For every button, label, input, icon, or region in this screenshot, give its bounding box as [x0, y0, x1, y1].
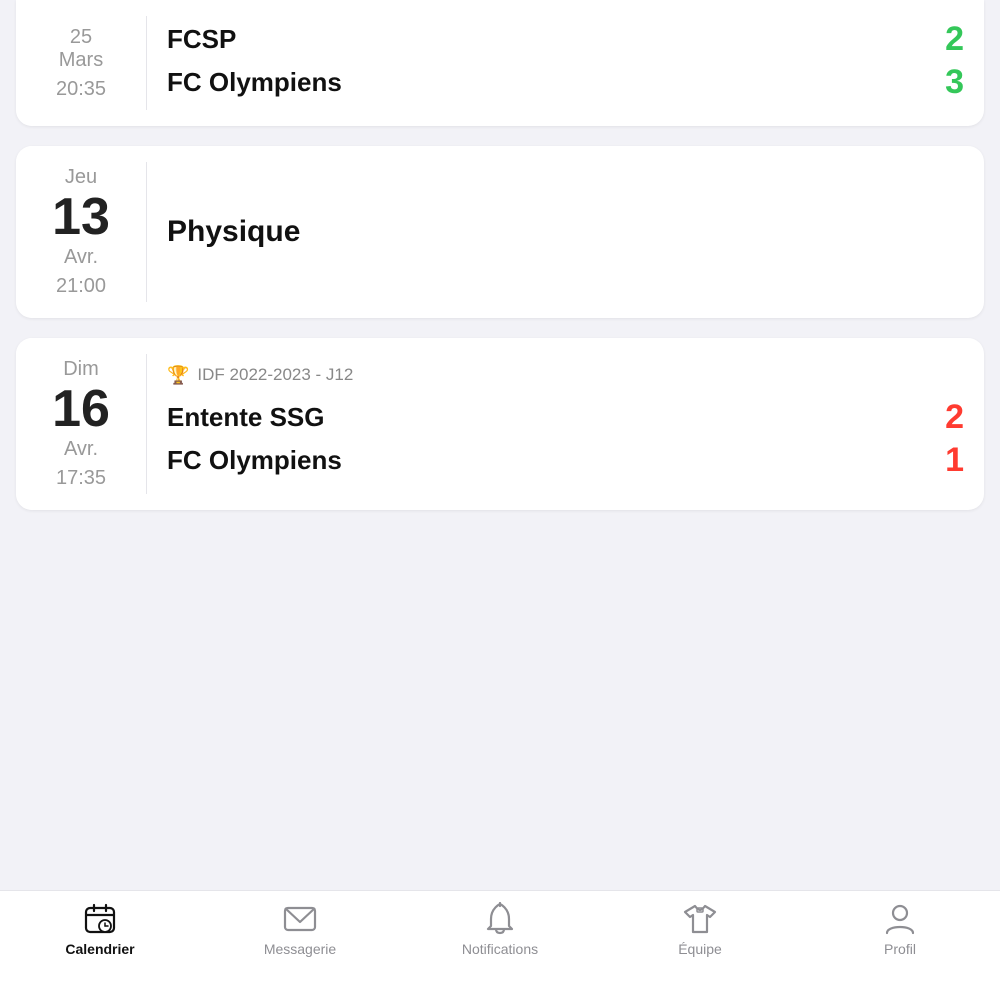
team-score: 3 [945, 63, 964, 102]
team-score-4: 1 [945, 441, 964, 480]
nav-label-messagerie: Messagerie [264, 941, 336, 957]
physique-content: Physique [147, 146, 984, 318]
bell-icon [482, 901, 518, 937]
team-score: 2 [945, 20, 964, 59]
shirt-icon [682, 901, 718, 937]
physique-card: Jeu 13 Avr. 21:00 Physique [16, 146, 984, 318]
time-2: 17:35 [56, 467, 106, 490]
match-card-2: Dim 16 Avr. 17:35 🏆 IDF 2022-2023 - J12 … [16, 338, 984, 510]
partial-date-time: 20:35 [56, 78, 106, 101]
match-row-4: FC Olympiens 1 [167, 441, 964, 480]
card-date-2: Dim 16 Avr. 17:35 [16, 338, 146, 510]
league-info: 🏆 IDF 2022-2023 - J12 [167, 365, 964, 386]
match-card-partial: 25 Mars 20:35 FCSP 2 FC Olympiens 3 [16, 0, 984, 126]
nav-item-equipe[interactable]: Équipe [600, 901, 800, 957]
card-date-partial: 25 Mars 20:35 [16, 0, 146, 126]
card-content-partial: FCSP 2 FC Olympiens 3 [147, 0, 984, 126]
month: Avr. [64, 246, 98, 269]
league-icon: 🏆 [167, 365, 189, 386]
mail-icon [282, 901, 318, 937]
spacer2 [0, 318, 1000, 338]
calendar-icon [82, 901, 118, 937]
day-name: Jeu [65, 166, 97, 189]
partial-date-month: Mars [59, 49, 103, 72]
team-name-4: FC Olympiens [167, 445, 342, 476]
nav-item-messagerie[interactable]: Messagerie [200, 901, 400, 957]
day-num: 13 [52, 189, 110, 246]
day-num-2: 16 [52, 381, 110, 438]
match-row-2: FC Olympiens 3 [167, 63, 964, 102]
team-name: FCSP [167, 24, 236, 55]
match-row-3: Entente SSG 2 [167, 398, 964, 437]
nav-label-profil: Profil [884, 941, 916, 957]
match-content-2: 🏆 IDF 2022-2023 - J12 Entente SSG 2 FC O… [147, 338, 984, 510]
bottom-nav: Calendrier Messagerie Notifications [0, 890, 1000, 1000]
physique-label: Physique [167, 215, 964, 249]
team-name-3: Entente SSG [167, 402, 324, 433]
month-2: Avr. [64, 438, 98, 461]
match-row-1: FCSP 2 [167, 20, 964, 59]
nav-item-notifications[interactable]: Notifications [400, 901, 600, 957]
time: 21:00 [56, 275, 106, 298]
team-name: FC Olympiens [167, 67, 342, 98]
nav-label-equipe: Équipe [678, 941, 722, 957]
nav-label-calendrier: Calendrier [65, 941, 134, 957]
team-score-3: 2 [945, 398, 964, 437]
nav-label-notifications: Notifications [462, 941, 538, 957]
day-name-2: Dim [63, 358, 99, 381]
flex-spacer [0, 510, 1000, 890]
partial-date-num: 25 [70, 26, 92, 49]
spacer [0, 126, 1000, 146]
card-date-physique: Jeu 13 Avr. 21:00 [16, 146, 146, 318]
nav-item-profil[interactable]: Profil [800, 901, 1000, 957]
nav-item-calendrier[interactable]: Calendrier [0, 901, 200, 957]
league-name: IDF 2022-2023 - J12 [197, 365, 353, 385]
person-icon [882, 901, 918, 937]
